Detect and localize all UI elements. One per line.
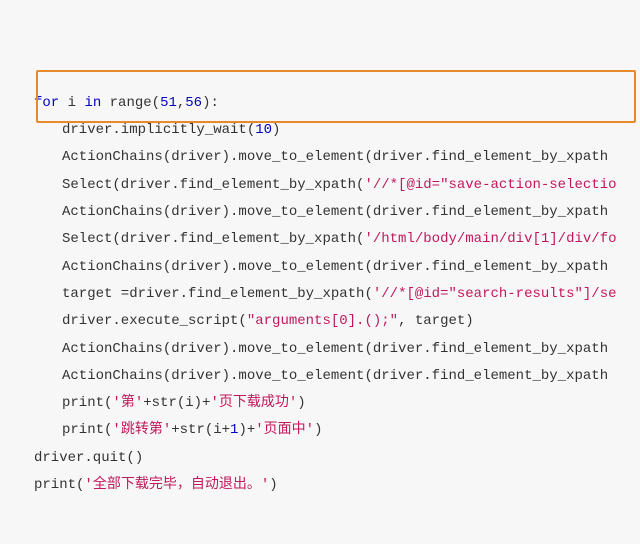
code-block: for i in range(51,56):driver.implicitly_… [0, 0, 640, 535]
code-line: driver.implicitly_wait(10) [4, 117, 640, 144]
code-line: ActionChains(driver).move_to_element(dri… [4, 199, 640, 226]
code-line: ActionChains(driver).move_to_element(dri… [4, 336, 640, 363]
code-line: ActionChains(driver).move_to_element(dri… [4, 144, 640, 171]
code-line: print('跳转第'+str(i+1)+'页面中') [4, 417, 640, 444]
code-lines: for i in range(51,56):driver.implicitly_… [4, 90, 640, 499]
code-line: print('全部下载完毕，自动退出。') [4, 472, 640, 499]
code-line: driver.execute_script("arguments[0].();"… [4, 308, 640, 335]
code-line: print('第'+str(i)+'页下载成功') [4, 390, 640, 417]
code-line: Select(driver.find_element_by_xpath('/ht… [4, 226, 640, 253]
code-line: driver.quit() [4, 445, 640, 472]
code-line: ActionChains(driver).move_to_element(dri… [4, 254, 640, 281]
code-line: for i in range(51,56): [4, 90, 640, 117]
code-line: target =driver.find_element_by_xpath('//… [4, 281, 640, 308]
code-line: Select(driver.find_element_by_xpath('//*… [4, 172, 640, 199]
code-line: ActionChains(driver).move_to_element(dri… [4, 363, 640, 390]
